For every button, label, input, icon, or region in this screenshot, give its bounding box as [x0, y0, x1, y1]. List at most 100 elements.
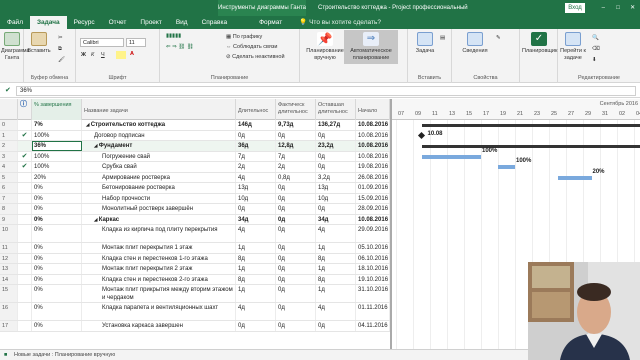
signin-button[interactable]: Вход: [565, 3, 585, 13]
start-cell[interactable]: 10.08.2016: [356, 151, 390, 161]
duration-cell[interactable]: 0д: [236, 130, 276, 140]
start-cell[interactable]: 01.09.2016: [356, 183, 390, 193]
copy-icon[interactable]: ⧉: [58, 46, 62, 53]
task-name-cell[interactable]: ◢ Строительство коттеджа: [82, 120, 236, 130]
goto-task-button[interactable]: Перейти к задаче: [560, 32, 586, 62]
actual-duration-cell[interactable]: 7д: [276, 151, 316, 161]
remaining-duration-cell[interactable]: 3,2д: [316, 172, 356, 182]
duration-cell[interactable]: 8д: [236, 253, 276, 263]
task-name-cell[interactable]: Кладка стен и перестенков 2-го этажа: [82, 274, 236, 284]
tab-file[interactable]: Файл: [0, 16, 30, 29]
fill-icon[interactable]: ⬇: [592, 57, 597, 63]
indent-buttons[interactable]: ⇐ ⇒ ⛓ ⛓: [166, 44, 194, 50]
underline-button[interactable]: Ч: [101, 52, 105, 58]
font-color-icon[interactable]: A: [130, 51, 134, 57]
tab-help[interactable]: Справка: [195, 16, 235, 29]
task-name-cell[interactable]: Бетонирование ростверка: [82, 183, 236, 193]
bold-button[interactable]: Ж: [81, 52, 86, 58]
start-cell[interactable]: 10.08.2016: [356, 120, 390, 130]
pct-complete-cell[interactable]: 0%: [32, 321, 82, 331]
manual-schedule-button[interactable]: 📌 Планирование вручную: [302, 32, 348, 62]
pct-complete-cell[interactable]: 0%: [32, 243, 82, 253]
remaining-duration-cell[interactable]: 0д: [316, 151, 356, 161]
duration-cell[interactable]: 4д: [236, 303, 276, 320]
table-row[interactable]: 0 7% ◢ Строительство коттеджа 146д 9,73д 136,…: [0, 120, 390, 131]
font-name-select[interactable]: Calibri: [80, 38, 124, 47]
task-name-cell[interactable]: Погружение свай: [82, 151, 236, 161]
duration-cell[interactable]: 1д: [236, 243, 276, 253]
start-cell[interactable]: 01.11.2016: [356, 303, 390, 320]
header-task-name[interactable]: Название задачи: [82, 99, 236, 120]
start-cell[interactable]: 28.09.2016: [356, 204, 390, 214]
actual-duration-cell[interactable]: 0д: [276, 321, 316, 331]
task-name-cell[interactable]: Армирование ростверка: [82, 172, 236, 182]
header-pct-complete[interactable]: % завершения: [32, 99, 82, 120]
pct-complete-cell[interactable]: 20%: [32, 172, 82, 182]
format-painter-icon[interactable]: 🖌: [58, 57, 65, 63]
search-icon[interactable]: 🔍: [592, 35, 599, 41]
remaining-duration-cell[interactable]: 1д: [316, 285, 356, 302]
duration-cell[interactable]: 34д: [236, 214, 276, 224]
actual-duration-cell[interactable]: 0д: [276, 303, 316, 320]
duration-cell[interactable]: 8д: [236, 274, 276, 284]
table-row[interactable]: 17 0% Установка каркаса завершен 0д 0д 0д 04.1…: [0, 321, 390, 332]
table-row[interactable]: 7 0% Набор прочности 10д 0д 10д 15.09.2016: [0, 193, 390, 204]
remaining-duration-cell[interactable]: 8д: [316, 274, 356, 284]
start-cell[interactable]: 29.09.2016: [356, 225, 390, 242]
actual-duration-cell[interactable]: 0д: [276, 214, 316, 224]
actual-duration-cell[interactable]: 9,73д: [276, 120, 316, 130]
pct-complete-cell[interactable]: 0%: [32, 303, 82, 320]
remaining-duration-cell[interactable]: 136,27д: [316, 120, 356, 130]
task-name-cell[interactable]: Кладка стен и перестенков 1-го этажа: [82, 253, 236, 263]
duration-cell[interactable]: 146д: [236, 120, 276, 130]
table-row[interactable]: 8 0% Монолитный ростверк завершён 0д 0д 0д 28.…: [0, 204, 390, 215]
start-cell[interactable]: 06.10.2016: [356, 253, 390, 263]
pct-complete-cell[interactable]: 100%: [32, 151, 82, 161]
duration-cell[interactable]: 7д: [236, 151, 276, 161]
information-button[interactable]: Сведения: [458, 32, 492, 55]
duration-cell[interactable]: 0д: [236, 321, 276, 331]
start-cell[interactable]: 10.08.2016: [356, 141, 390, 151]
italic-button[interactable]: К: [91, 52, 94, 58]
paste-button[interactable]: Вставить: [26, 32, 52, 55]
pct-complete-cell[interactable]: 7%: [32, 120, 82, 130]
task-bar[interactable]: [557, 175, 592, 180]
actual-duration-cell[interactable]: 2д: [276, 162, 316, 172]
task-name-cell[interactable]: Договор подписан: [82, 130, 236, 140]
pct-complete-cell[interactable]: 0%: [32, 193, 82, 203]
remaining-duration-cell[interactable]: 4д: [316, 303, 356, 320]
task-name-cell[interactable]: ◢ Фундамент: [82, 141, 236, 151]
task-name-cell[interactable]: Монолитный ростверк завершён: [82, 204, 236, 214]
actual-duration-cell[interactable]: 0д: [276, 183, 316, 193]
actual-duration-cell[interactable]: 0д: [276, 243, 316, 253]
pct-complete-cell[interactable]: 0%: [32, 183, 82, 193]
remaining-duration-cell[interactable]: 1д: [316, 264, 356, 274]
actual-duration-cell[interactable]: 0,8д: [276, 172, 316, 182]
remaining-duration-cell[interactable]: 4д: [316, 225, 356, 242]
remaining-duration-cell[interactable]: 23,2д: [316, 141, 356, 151]
cut-icon[interactable]: ✂: [58, 35, 63, 41]
remaining-duration-cell[interactable]: 34д: [316, 214, 356, 224]
remaining-duration-cell[interactable]: 13д: [316, 183, 356, 193]
duration-cell[interactable]: 13д: [236, 183, 276, 193]
duration-cell[interactable]: 10д: [236, 193, 276, 203]
duration-cell[interactable]: 4д: [236, 225, 276, 242]
task-name-cell[interactable]: Набор прочности: [82, 193, 236, 203]
start-cell[interactable]: 10.08.2016: [356, 214, 390, 224]
actual-duration-cell[interactable]: 0д: [276, 264, 316, 274]
table-row[interactable]: 2 36% ◢ Фундамент 36д 12,8д 23,2д 10.08.2016: [0, 141, 390, 152]
task-name-cell[interactable]: Кладка из кирпича под плиту перекрытия: [82, 225, 236, 242]
table-row[interactable]: 15 0% Монтаж плит прикрытия между вторим э…: [0, 285, 390, 303]
task-name-cell[interactable]: Монтаж плит прикрытия между вторим этажо…: [82, 285, 236, 302]
table-row[interactable]: 5 20% Армирование ростверка 4д 0,8д 3,2д 26.08…: [0, 172, 390, 183]
remaining-duration-cell[interactable]: 0д: [316, 204, 356, 214]
tab-project[interactable]: Проект: [133, 16, 168, 29]
notes-icon[interactable]: ✎: [496, 35, 501, 41]
duration-cell[interactable]: 0д: [236, 204, 276, 214]
new-tasks-mode[interactable]: Новые задачи : Планирование вручную: [14, 352, 115, 358]
tab-format[interactable]: Формат: [252, 16, 289, 29]
summary-bar[interactable]: [421, 123, 640, 127]
task-bar[interactable]: [498, 165, 515, 170]
start-cell[interactable]: 19.10.2016: [356, 274, 390, 284]
confirm-check-icon[interactable]: ✔: [5, 86, 11, 94]
